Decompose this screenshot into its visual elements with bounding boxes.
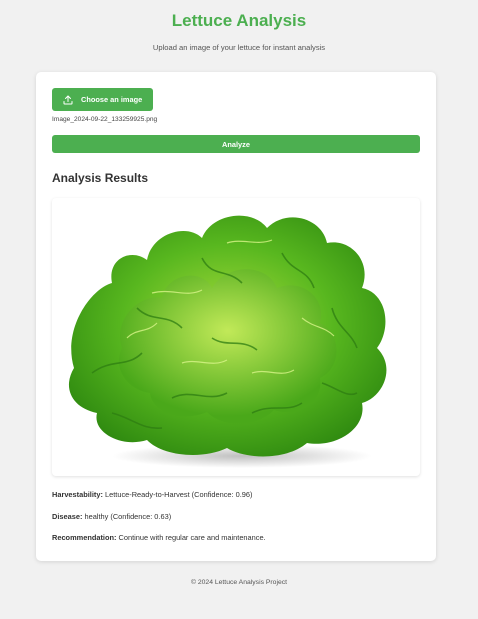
disease-result: Disease: healthy (Confidence: 0.63) bbox=[52, 512, 171, 521]
page-title: Lettuce Analysis bbox=[171, 11, 307, 30]
analyze-button[interactable]: Analyze bbox=[52, 135, 420, 153]
lettuce-image bbox=[52, 198, 420, 476]
analyze-label: Analyze bbox=[222, 139, 250, 149]
upload-icon bbox=[63, 95, 73, 104]
analysis-card: Choose an image Image_2024-09-22_1332599… bbox=[36, 72, 436, 561]
page-subtitle: Upload an image of your lettuce for inst… bbox=[152, 43, 326, 52]
disease-value: healthy (Confidence: 0.63) bbox=[84, 512, 172, 521]
results-heading: Analysis Results bbox=[52, 171, 149, 185]
harvestability-label: Harvestability: bbox=[52, 490, 103, 499]
recommendation-value: Continue with regular care and maintenan… bbox=[118, 533, 266, 542]
harvestability-value: Lettuce-Ready-to-Harvest (Confidence: 0.… bbox=[105, 490, 253, 499]
recommendation-label: Recommendation: bbox=[52, 533, 117, 542]
recommendation-result: Recommendation: Continue with regular ca… bbox=[52, 533, 266, 542]
choose-image-label: Choose an image bbox=[81, 95, 143, 104]
harvestability-result: Harvestability: Lettuce-Ready-to-Harvest… bbox=[52, 490, 252, 499]
selected-file-name: Image_2024-09-22_133259925.png bbox=[52, 116, 158, 123]
disease-label: Disease: bbox=[52, 512, 83, 521]
lettuce-illustration bbox=[68, 215, 387, 468]
footer-text: © 2024 Lettuce Analysis Project bbox=[190, 579, 288, 586]
choose-image-button[interactable]: Choose an image bbox=[52, 88, 153, 111]
